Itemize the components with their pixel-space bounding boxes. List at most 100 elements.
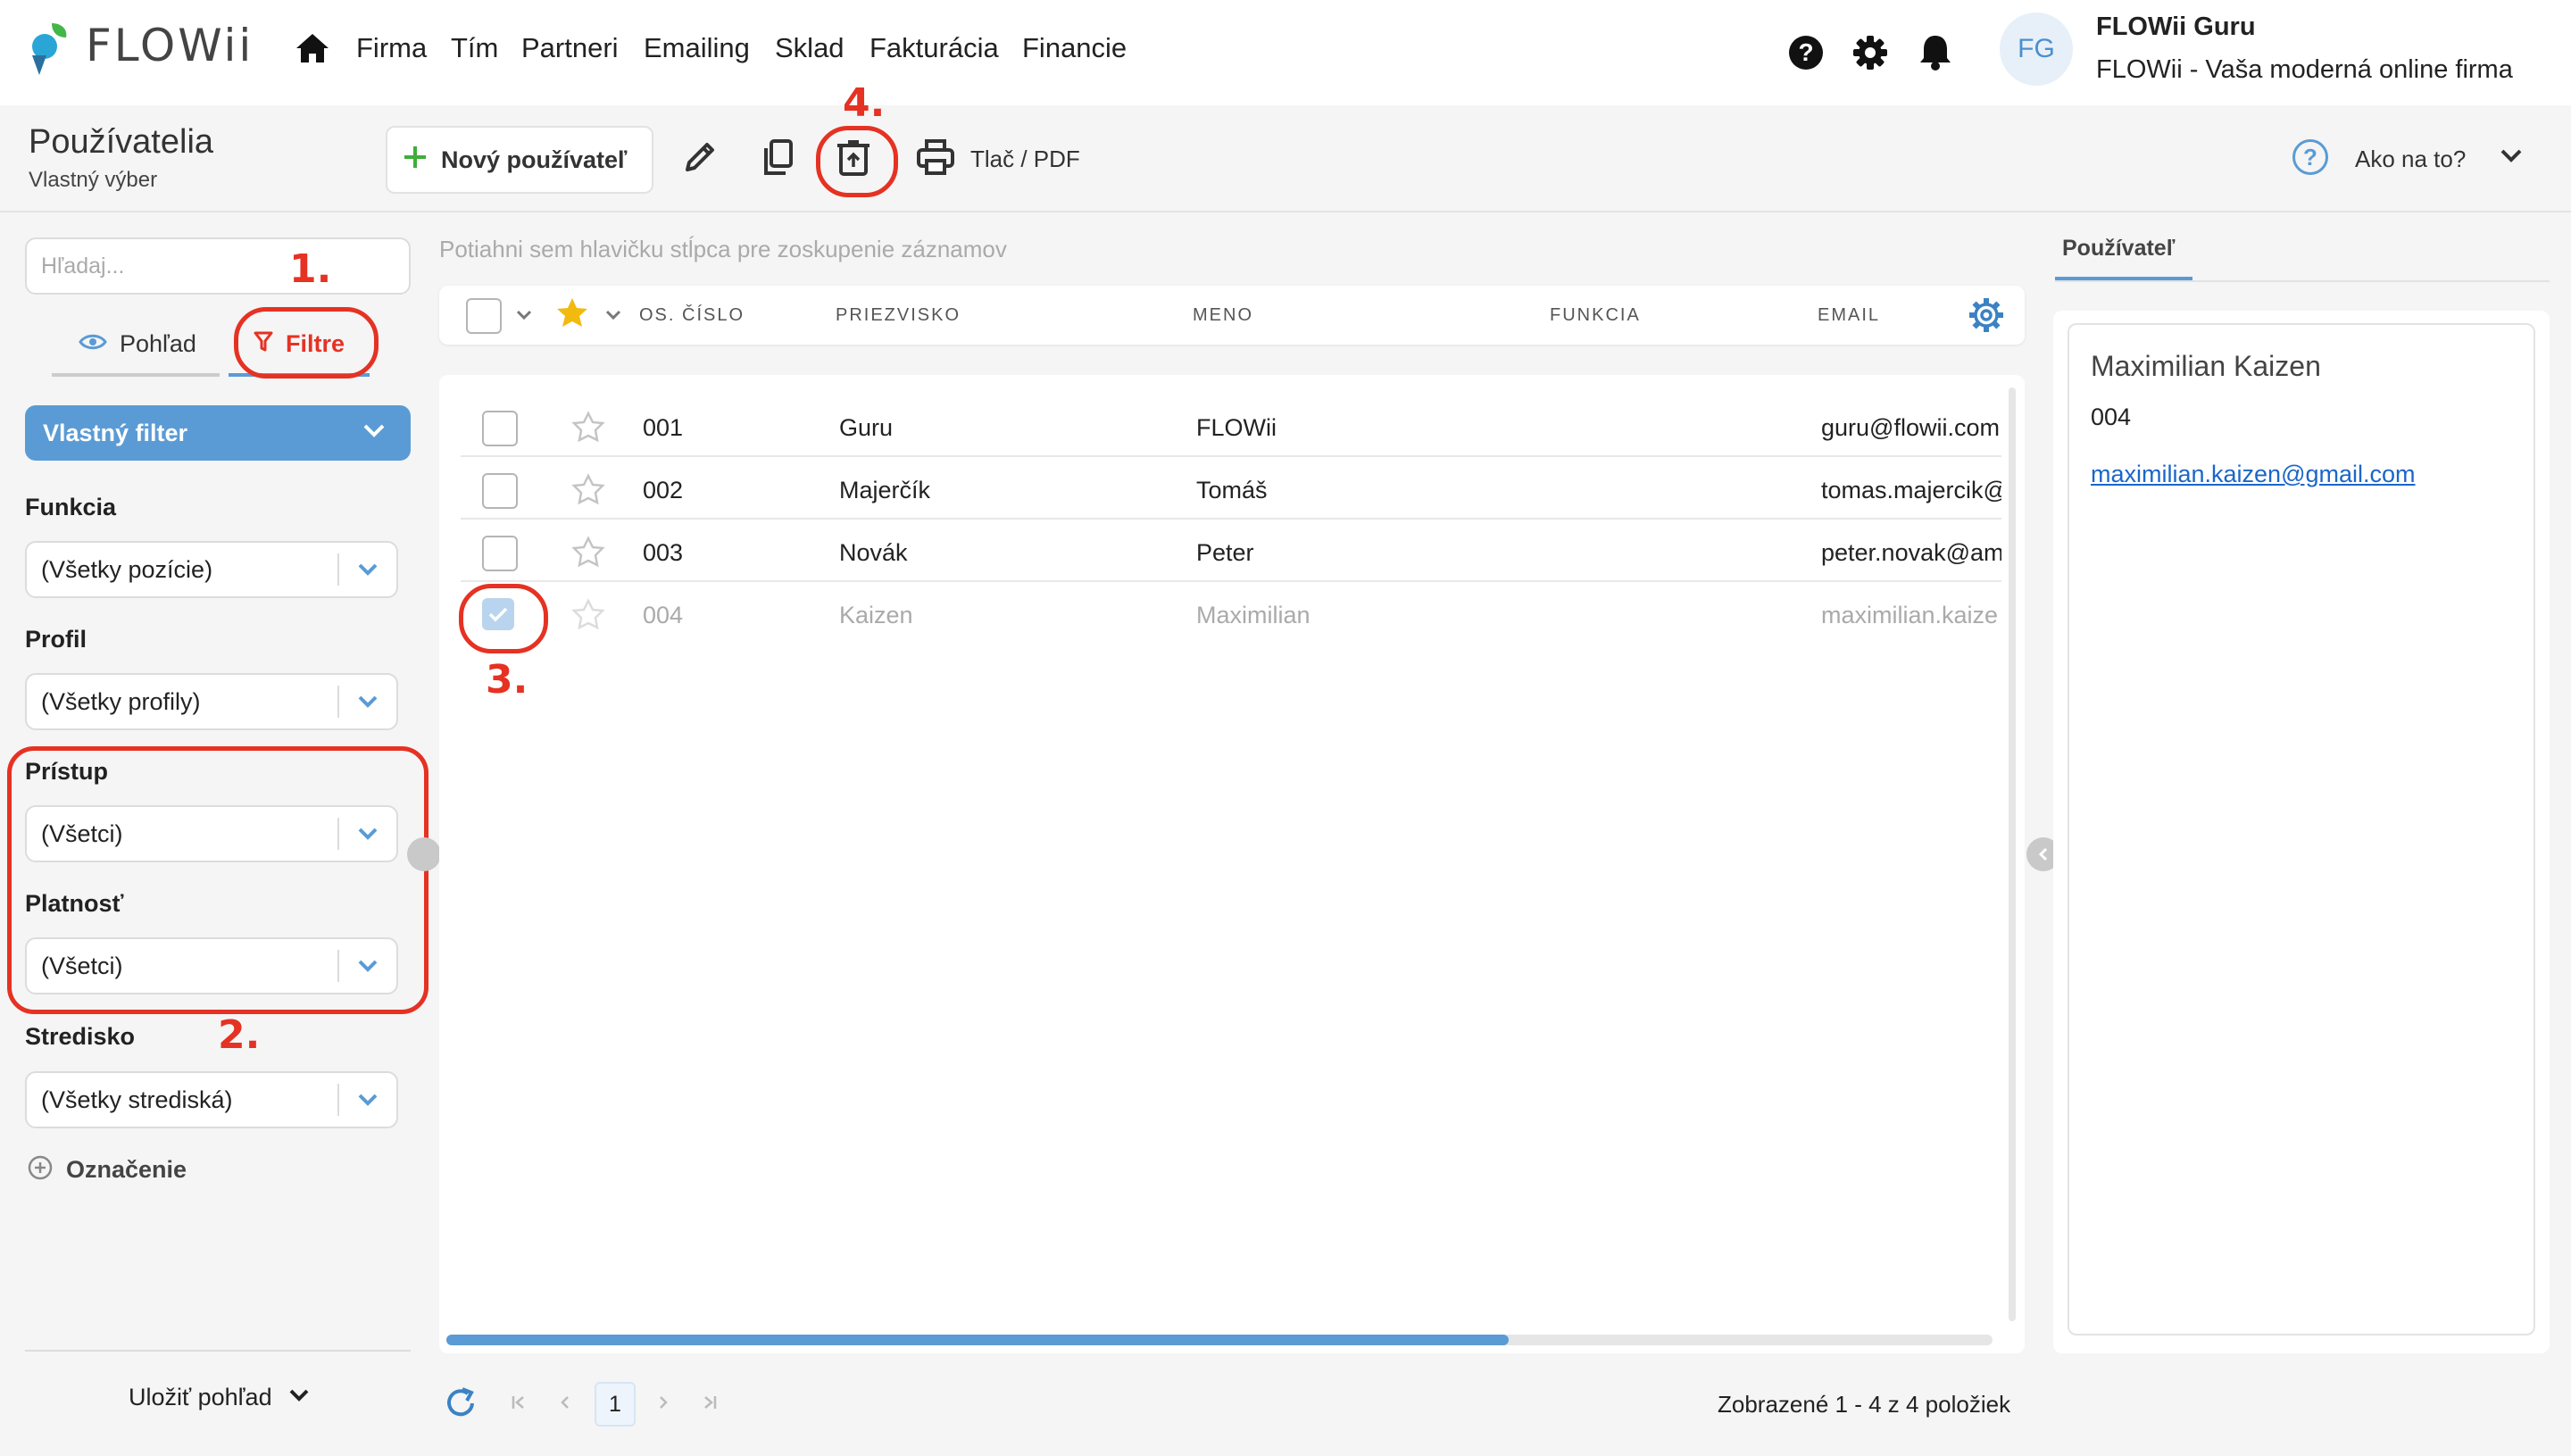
cell-email: guru@flowii.com	[1821, 414, 2000, 441]
collapse-left-handle[interactable]	[407, 837, 441, 871]
nav-partneri[interactable]: Partneri	[521, 32, 619, 64]
company-name[interactable]: FLOWii - Vaša moderná online firma	[2096, 55, 2513, 85]
user-avatar[interactable]: FG	[2000, 12, 2073, 86]
new-user-label: Nový používateľ	[441, 146, 628, 173]
logo-text[interactable]: FLOWii	[86, 20, 254, 71]
cell-number: 003	[643, 539, 684, 566]
vertical-scrollbar[interactable]	[2009, 387, 2016, 1321]
filter-value-profil: (Všetky profily)	[41, 687, 201, 715]
select-all-checkbox[interactable]	[466, 298, 502, 334]
chevron-down-icon	[339, 562, 396, 577]
row-checkbox[interactable]	[482, 473, 518, 509]
search-placeholder: Hľadaj...	[41, 254, 125, 279]
cell-email: peter.novak@am	[1821, 539, 2001, 566]
nav-sklad[interactable]: Sklad	[775, 32, 845, 64]
chevron-down-icon	[339, 1093, 396, 1107]
favorite-star-filled-icon[interactable]	[555, 296, 589, 333]
custom-filter-label: Vlastný filter	[43, 419, 188, 446]
row-checkbox[interactable]	[482, 536, 518, 571]
cell-name: FLOWii	[1196, 414, 1277, 441]
row-checkbox-checked[interactable]	[482, 598, 514, 630]
column-header-surname[interactable]: PRIEZVISKO	[836, 305, 961, 326]
detail-user-email-link[interactable]: maximilian.kaizen@gmail.com	[2091, 461, 2416, 488]
filter-label-profil: Profil	[25, 626, 87, 653]
cell-name: Maximilian	[1196, 602, 1310, 628]
print-pdf-label[interactable]: Tlač / PDF	[970, 146, 1080, 173]
annotation-number-2: 2.	[218, 1012, 261, 1058]
new-user-button[interactable]: Nový používateľ	[386, 126, 653, 194]
horizontal-scrollbar-thumb[interactable]	[446, 1335, 1509, 1345]
copy-icon[interactable]	[759, 137, 798, 181]
notifications-bell-icon[interactable]	[1918, 32, 1953, 71]
filter-label-stredisko: Stredisko	[25, 1023, 136, 1050]
page-title: Používatelia	[29, 123, 214, 161]
cell-surname: Guru	[839, 414, 894, 441]
column-header-email[interactable]: EMAIL	[1818, 305, 1880, 326]
detail-tab-user[interactable]: Používateľ	[2062, 236, 2175, 262]
group-by-hint: Potiahni sem hlavičku stĺpca pre zoskupe…	[439, 236, 1007, 262]
chevron-down-icon	[339, 827, 396, 841]
next-page-icon[interactable]	[655, 1394, 671, 1415]
chevron-left-icon	[2038, 847, 2048, 861]
column-settings-gear-icon[interactable]	[1968, 296, 2005, 338]
favorite-star-icon[interactable]	[571, 536, 605, 572]
add-tag-button[interactable]: Označenie	[27, 1154, 187, 1186]
filter-label-funkcia: Funkcia	[25, 494, 117, 520]
filter-label-platnost: Platnosť	[25, 890, 124, 917]
refresh-icon[interactable]	[443, 1385, 478, 1426]
cell-name: Peter	[1196, 539, 1254, 566]
home-icon[interactable]	[295, 32, 330, 64]
filter-value-funkcia: (Všetky pozície)	[41, 555, 213, 583]
printer-icon[interactable]	[916, 139, 955, 179]
nav-fakturacia[interactable]: Fakturácia	[869, 32, 999, 64]
filter-select-funkcia[interactable]: (Všetky pozície)	[25, 541, 398, 598]
chevron-down-icon[interactable]	[516, 309, 532, 325]
prev-page-icon[interactable]	[557, 1394, 573, 1415]
plus-icon	[402, 144, 428, 177]
last-page-icon[interactable]	[702, 1394, 718, 1415]
top-navigation: FLOWii Firma Tím Partneri Emailing Sklad…	[0, 0, 2571, 105]
flowii-logo-icon[interactable]	[27, 20, 73, 77]
filter-value-stredisko: (Všetky strediská)	[41, 1086, 233, 1113]
detail-user-number: 004	[2091, 404, 2132, 430]
chevron-down-icon[interactable]	[605, 309, 621, 325]
custom-filter-dropdown[interactable]: Vlastný filter	[25, 405, 411, 461]
user-name[interactable]: FLOWii Guru	[2096, 12, 2256, 42]
nav-emailing[interactable]: Emailing	[644, 32, 750, 64]
first-page-icon[interactable]	[511, 1394, 527, 1415]
cell-name: Tomáš	[1196, 477, 1268, 503]
column-header-name[interactable]: MENO	[1193, 305, 1253, 326]
page-subtitle: Vlastný výber	[29, 168, 158, 192]
chevron-down-icon[interactable]	[2500, 148, 2523, 169]
column-header-function[interactable]: FUNKCIA	[1550, 305, 1641, 326]
nav-tim[interactable]: Tím	[451, 32, 498, 64]
favorite-star-icon[interactable]	[571, 473, 605, 510]
tab-filters[interactable]: Filtre	[254, 330, 345, 358]
save-view-button[interactable]: Uložiť pohľad	[129, 1384, 310, 1411]
annotation-number-4: 4.	[843, 80, 886, 126]
edit-pencil-icon[interactable]	[680, 137, 720, 181]
settings-gear-icon[interactable]	[1851, 34, 1889, 71]
delete-trash-icon[interactable]	[836, 138, 871, 182]
favorite-star-icon[interactable]	[571, 598, 605, 635]
filter-select-stredisko[interactable]: (Všetky strediská)	[25, 1071, 398, 1128]
nav-financie[interactable]: Financie	[1022, 32, 1127, 64]
help-circle-icon[interactable]: ?	[2292, 139, 2328, 175]
nav-firma[interactable]: Firma	[356, 32, 427, 64]
annotation-number-3: 3.	[486, 657, 528, 703]
favorite-star-icon[interactable]	[571, 411, 605, 447]
detail-tab-divider	[2055, 280, 2550, 282]
column-header-number[interactable]: OS. ČÍSLO	[639, 305, 745, 326]
row-checkbox[interactable]	[482, 411, 518, 446]
filter-select-platnost[interactable]: (Všetci)	[25, 937, 398, 994]
search-field[interactable]: Hľadaj...	[25, 237, 411, 295]
filter-select-pristup[interactable]: (Všetci)	[25, 805, 398, 862]
save-view-label: Uložiť pohľad	[129, 1384, 272, 1410]
funnel-icon	[254, 331, 273, 357]
page-number-button[interactable]: 1	[595, 1382, 636, 1427]
filter-select-profil[interactable]: (Všetky profily)	[25, 673, 398, 730]
records-summary: Zobrazené 1 - 4 z 4 položiek	[1718, 1391, 2011, 1418]
tab-view[interactable]: Pohľad	[79, 330, 196, 358]
how-to-label[interactable]: Ako na to?	[2355, 146, 2466, 173]
help-icon[interactable]: ?	[1789, 36, 1823, 70]
